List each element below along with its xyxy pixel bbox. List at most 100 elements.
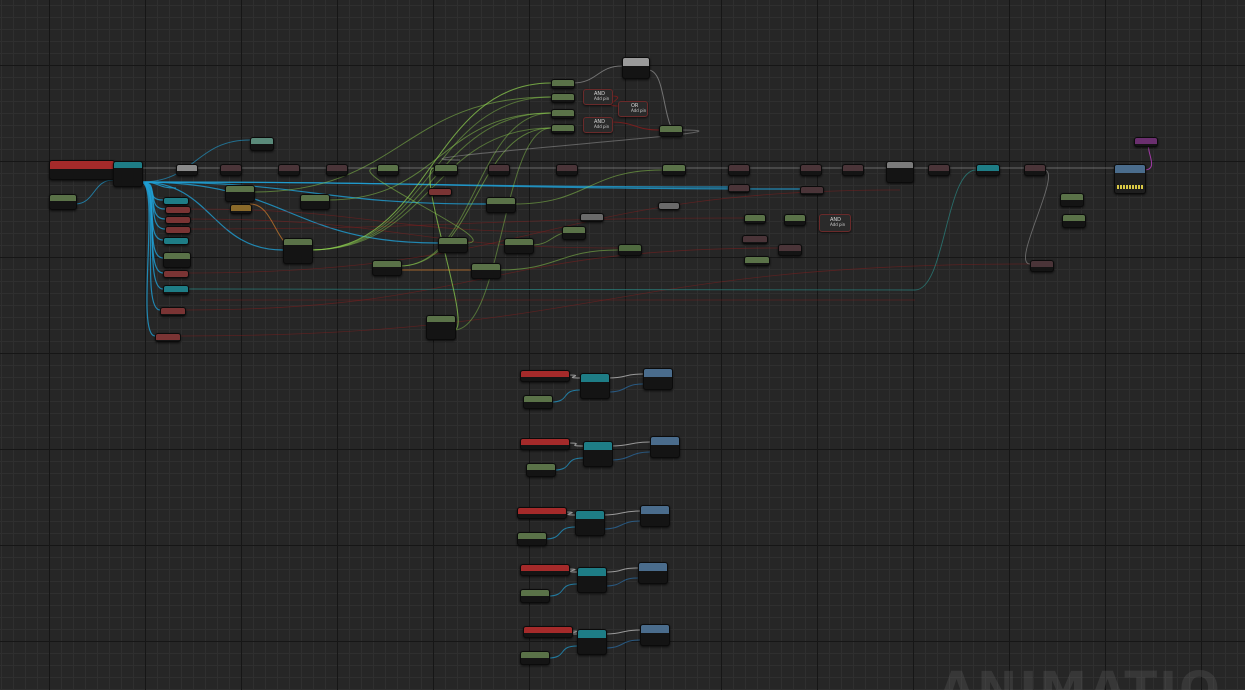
get-node-l9[interactable] — [160, 307, 186, 316]
get-node-l2[interactable] — [165, 206, 191, 214]
math-node-9[interactable] — [504, 238, 534, 254]
math-node-14[interactable] — [618, 244, 642, 256]
bool-node-c[interactable] — [551, 109, 575, 119]
branch-node-14[interactable] — [928, 164, 950, 176]
get-node-l4[interactable] — [165, 226, 191, 234]
object-wire — [74, 179, 114, 205]
bool-wire — [183, 247, 779, 311]
math-node-11[interactable] — [426, 315, 456, 340]
get-var-node[interactable] — [49, 194, 77, 210]
struct-wire — [602, 520, 641, 530]
float-wire — [252, 96, 552, 193]
get-node-l1[interactable] — [163, 197, 189, 205]
branch-node-4[interactable] — [278, 164, 300, 176]
branch-node-10[interactable] — [662, 164, 686, 176]
branch-node-13[interactable] — [842, 164, 864, 176]
event-node[interactable] — [49, 160, 115, 180]
math-node-1[interactable] — [225, 185, 255, 202]
event-node-lower-5[interactable] — [523, 626, 573, 638]
event-node-lower-2[interactable] — [520, 438, 570, 450]
exec-wire — [572, 65, 623, 84]
or-node-1[interactable]: OR Add pin — [618, 101, 648, 117]
get-node-far-1[interactable] — [1060, 193, 1084, 207]
cast-node-lower-1[interactable] — [580, 373, 610, 399]
cast-node-lower-2[interactable] — [583, 441, 613, 467]
cast-node-lower-4[interactable] — [577, 567, 607, 593]
branch-node-11[interactable] — [728, 164, 750, 176]
bool-node-e[interactable] — [659, 125, 683, 137]
get-node-l3[interactable] — [165, 216, 191, 224]
struct-wire — [604, 639, 641, 649]
get-node-lower-5[interactable] — [520, 651, 550, 665]
get-node-l6[interactable] — [163, 252, 191, 268]
math-node-13[interactable] — [562, 226, 586, 240]
math-node-6[interactable] — [428, 188, 452, 196]
math-node-7[interactable] — [486, 197, 516, 213]
math-node-10[interactable] — [471, 263, 501, 279]
get-node-far-2[interactable] — [1062, 214, 1086, 228]
branch-node-7[interactable] — [434, 164, 458, 176]
and-node-2[interactable]: AND Add pin — [583, 117, 613, 133]
bool-node-a[interactable] — [551, 79, 575, 89]
purple-pin-node[interactable] — [1134, 137, 1158, 147]
branch-node-15[interactable] — [976, 164, 1000, 176]
set-node-gray[interactable] — [886, 161, 914, 183]
get-node-r7[interactable] — [800, 186, 824, 195]
bool-wire — [188, 218, 619, 249]
math-node-2[interactable] — [230, 204, 252, 214]
target-node-lower-2[interactable] — [650, 436, 680, 458]
cast-node[interactable] — [113, 161, 143, 187]
object-wire — [550, 389, 581, 403]
math-node-3[interactable] — [300, 194, 330, 210]
branch-node-12[interactable] — [800, 164, 822, 176]
and-node-3[interactable]: AND Add pin — [819, 214, 851, 232]
event-node-lower-3[interactable] — [517, 507, 567, 519]
branch-node-5[interactable] — [326, 164, 348, 176]
branch-node-6[interactable] — [377, 164, 399, 176]
get-node-r3[interactable] — [742, 235, 768, 244]
branch-node-9[interactable] — [556, 164, 578, 176]
blueprint-graph-canvas[interactable]: AND Add pin OR Add pin AND Add pin AND A… — [0, 0, 1245, 690]
get-node-r6[interactable] — [728, 184, 750, 193]
get-node-l5[interactable] — [163, 237, 189, 245]
struct-wire — [607, 383, 644, 393]
exec-wire — [1025, 169, 1049, 265]
event-node-lower-1[interactable] — [520, 370, 570, 382]
get-node-r2[interactable] — [784, 214, 806, 226]
bool-node-b[interactable] — [551, 93, 575, 103]
math-node-15[interactable] — [658, 202, 680, 210]
get-node-lower-1[interactable] — [523, 395, 553, 409]
get-node-r5[interactable] — [744, 256, 770, 266]
branch-node-1[interactable] — [176, 164, 198, 176]
cast-node-lower-5[interactable] — [577, 629, 607, 655]
struct-wire — [186, 288, 916, 291]
and-node-1[interactable]: AND Add pin — [583, 89, 613, 105]
get-node-lower-2[interactable] — [526, 463, 556, 477]
branch-node-16[interactable] — [1024, 164, 1046, 176]
target-node-lower-3[interactable] — [640, 505, 670, 527]
math-node-8[interactable] — [438, 237, 468, 253]
math-node-4[interactable] — [283, 238, 313, 264]
cast-node-lower-3[interactable] — [575, 510, 605, 536]
math-node-5[interactable] — [372, 260, 402, 276]
target-node-lower-5[interactable] — [640, 624, 670, 646]
branch-node-2[interactable] — [220, 164, 242, 176]
math-node-12[interactable] — [580, 213, 604, 222]
get-node-r4[interactable] — [778, 244, 802, 256]
branch-node-8[interactable] — [488, 164, 510, 176]
get-node-l8[interactable] — [163, 285, 189, 295]
get-node-r1[interactable] — [744, 214, 766, 224]
get-node-l10[interactable] — [155, 333, 181, 342]
target-node-lower-1[interactable] — [643, 368, 673, 390]
target-node-lower-4[interactable] — [638, 562, 668, 584]
get-node-lower-3[interactable] — [517, 532, 547, 546]
get-node-lower-4[interactable] — [520, 589, 550, 603]
get-node-l7[interactable] — [163, 270, 189, 278]
bool-node-d[interactable] — [551, 124, 575, 134]
branch-node-3[interactable] — [250, 137, 274, 151]
branch-node-far[interactable] — [1030, 260, 1054, 272]
gray-header-node-top[interactable] — [622, 57, 650, 79]
object-wire — [553, 457, 584, 471]
call-function-node[interactable] — [1114, 164, 1146, 194]
event-node-lower-4[interactable] — [520, 564, 570, 576]
